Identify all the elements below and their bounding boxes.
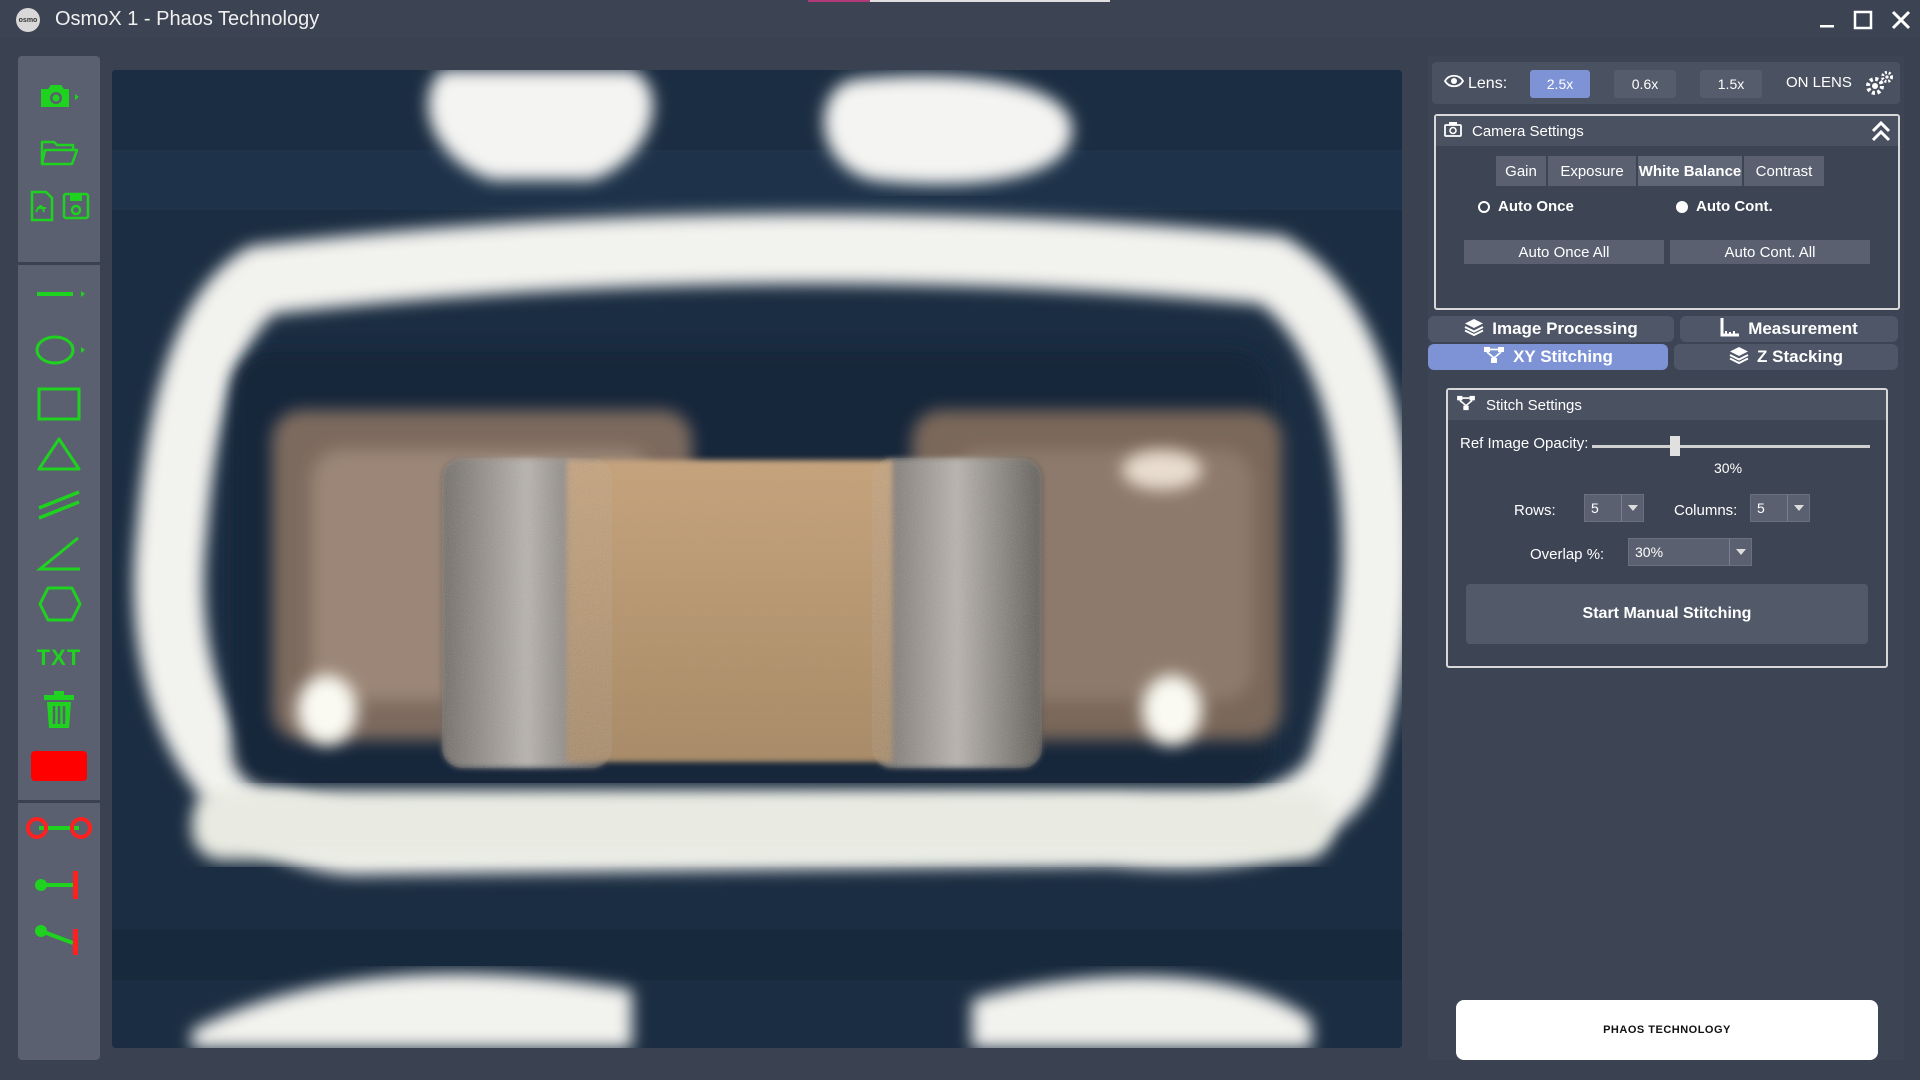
radio-auto-cont-label: Auto Cont. <box>1696 198 1773 215</box>
color-picker-swatch[interactable] <box>18 742 100 790</box>
stitch-icon <box>1456 395 1476 415</box>
stitch-icon <box>1483 346 1505 369</box>
company-logo: PHAOS TECHNOLOGY <box>1456 1000 1878 1060</box>
capture-camera-icon[interactable] <box>18 72 100 120</box>
radio-auto-once[interactable]: Auto Once <box>1478 198 1574 215</box>
text-tool[interactable]: TXT <box>18 634 100 682</box>
columns-value: 5 <box>1757 500 1765 516</box>
ref-opacity-slider-thumb[interactable] <box>1670 436 1681 456</box>
camera-icon <box>1444 121 1462 141</box>
overlap-value: 30% <box>1635 544 1664 560</box>
trash-icon[interactable] <box>18 686 100 734</box>
tab-image-processing[interactable]: Image Processing <box>1428 316 1674 342</box>
eye-icon <box>1443 74 1465 93</box>
stitch-settings-title: Stitch Settings <box>1486 396 1582 414</box>
tab-image-processing-label: Image Processing <box>1492 319 1638 338</box>
angle-tool-icon[interactable] <box>18 530 100 578</box>
rows-label: Rows: <box>1514 502 1556 519</box>
window-title: OsmoX 1 - Phaos Technology <box>55 8 320 30</box>
lens-option-0-6x[interactable]: 0.6x <box>1614 70 1676 98</box>
ref-opacity-label: Ref Image Opacity: <box>1460 435 1589 452</box>
lens-option-1-5x[interactable]: 1.5x <box>1700 70 1762 98</box>
company-logo-text: PHAOS TECHNOLOGY <box>1603 1024 1731 1036</box>
title-accent-light <box>870 0 1110 2</box>
title-accent <box>808 0 870 2</box>
open-folder-icon[interactable] <box>18 128 100 176</box>
ref-opacity-value: 30% <box>1714 460 1743 476</box>
stitch-settings-panel: Stitch Settings Ref Image Opacity: 30% R… <box>1446 388 1888 668</box>
overlap-label: Overlap %: <box>1530 546 1605 563</box>
minimize-icon[interactable] <box>1812 6 1842 34</box>
point-to-line-measure-icon[interactable] <box>18 860 100 908</box>
left-toolbar: TXT <box>18 56 100 1060</box>
lens-bar: Lens: 2.5x 0.6x 1.5x ON LENS <box>1432 62 1900 104</box>
tab-measurement[interactable]: Measurement <box>1680 316 1898 342</box>
rows-combo[interactable]: 5 <box>1584 494 1644 522</box>
app-logo-icon: osmo <box>16 8 40 32</box>
gear-icon[interactable] <box>1864 70 1894 103</box>
camera-settings-header: Camera Settings <box>1436 116 1898 146</box>
stitch-settings-header: Stitch Settings <box>1448 390 1886 420</box>
ellipse-tool-icon[interactable] <box>18 326 100 374</box>
auto-cont-all-button[interactable]: Auto Cont. All <box>1670 240 1870 264</box>
on-lens-toggle[interactable]: ON LENS <box>1786 74 1852 91</box>
point-to-angled-line-icon[interactable] <box>18 914 100 962</box>
tab-xy-stitching-label: XY Stitching <box>1513 347 1613 366</box>
tab-contrast[interactable]: Contrast <box>1744 156 1824 186</box>
tab-measurement-label: Measurement <box>1748 319 1858 338</box>
rectangle-tool-icon[interactable] <box>18 380 100 428</box>
rows-value: 5 <box>1591 500 1599 516</box>
collapse-chevron-icon[interactable] <box>1870 119 1892 147</box>
triangle-tool-icon[interactable] <box>18 430 100 478</box>
microscope-live-view[interactable] <box>112 70 1402 1048</box>
parallel-lines-tool-icon[interactable] <box>18 480 100 528</box>
chevron-down-icon <box>1729 539 1751 565</box>
layers-icon <box>1729 346 1749 369</box>
start-manual-stitching-button[interactable]: Start Manual Stitching <box>1466 584 1868 644</box>
chevron-down-icon <box>1621 495 1643 521</box>
lens-label: Lens: <box>1468 74 1508 92</box>
camera-settings-panel: Camera Settings Gain Exposure White Bala… <box>1434 114 1900 310</box>
tab-z-stacking[interactable]: Z Stacking <box>1674 344 1898 370</box>
tab-xy-stitching[interactable]: XY Stitching <box>1428 344 1668 370</box>
radio-unselected-icon <box>1676 200 1688 213</box>
tab-z-stacking-label: Z Stacking <box>1757 347 1843 366</box>
title-bar: osmo OsmoX 1 - Phaos Technology <box>0 0 1920 38</box>
export-pdf-save-icon[interactable] <box>18 182 100 230</box>
ref-opacity-slider-track[interactable] <box>1592 445 1870 448</box>
columns-combo[interactable]: 5 <box>1750 494 1810 522</box>
close-icon[interactable] <box>1886 6 1916 34</box>
ruler-icon <box>1720 317 1740 342</box>
maximize-icon[interactable] <box>1848 6 1878 34</box>
line-tool-icon[interactable] <box>18 270 100 318</box>
overlap-combo[interactable]: 30% <box>1628 538 1752 566</box>
radio-auto-once-label: Auto Once <box>1498 198 1574 215</box>
auto-once-all-button[interactable]: Auto Once All <box>1464 240 1664 264</box>
tab-white-balance[interactable]: White Balance <box>1638 156 1742 186</box>
lens-label-group: Lens: <box>1443 74 1508 93</box>
chevron-down-icon <box>1787 495 1809 521</box>
columns-label: Columns: <box>1674 502 1738 519</box>
radio-auto-cont[interactable]: Auto Cont. <box>1676 198 1773 215</box>
layers-icon <box>1464 318 1484 341</box>
distance-measure-icon[interactable] <box>18 804 100 852</box>
camera-settings-title: Camera Settings <box>1472 122 1584 140</box>
lens-option-2-5x[interactable]: 2.5x <box>1530 70 1590 98</box>
radio-selected-icon <box>1478 200 1490 213</box>
tab-gain[interactable]: Gain <box>1496 156 1546 186</box>
tab-exposure[interactable]: Exposure <box>1548 156 1636 186</box>
polygon-tool-icon[interactable] <box>18 580 100 628</box>
